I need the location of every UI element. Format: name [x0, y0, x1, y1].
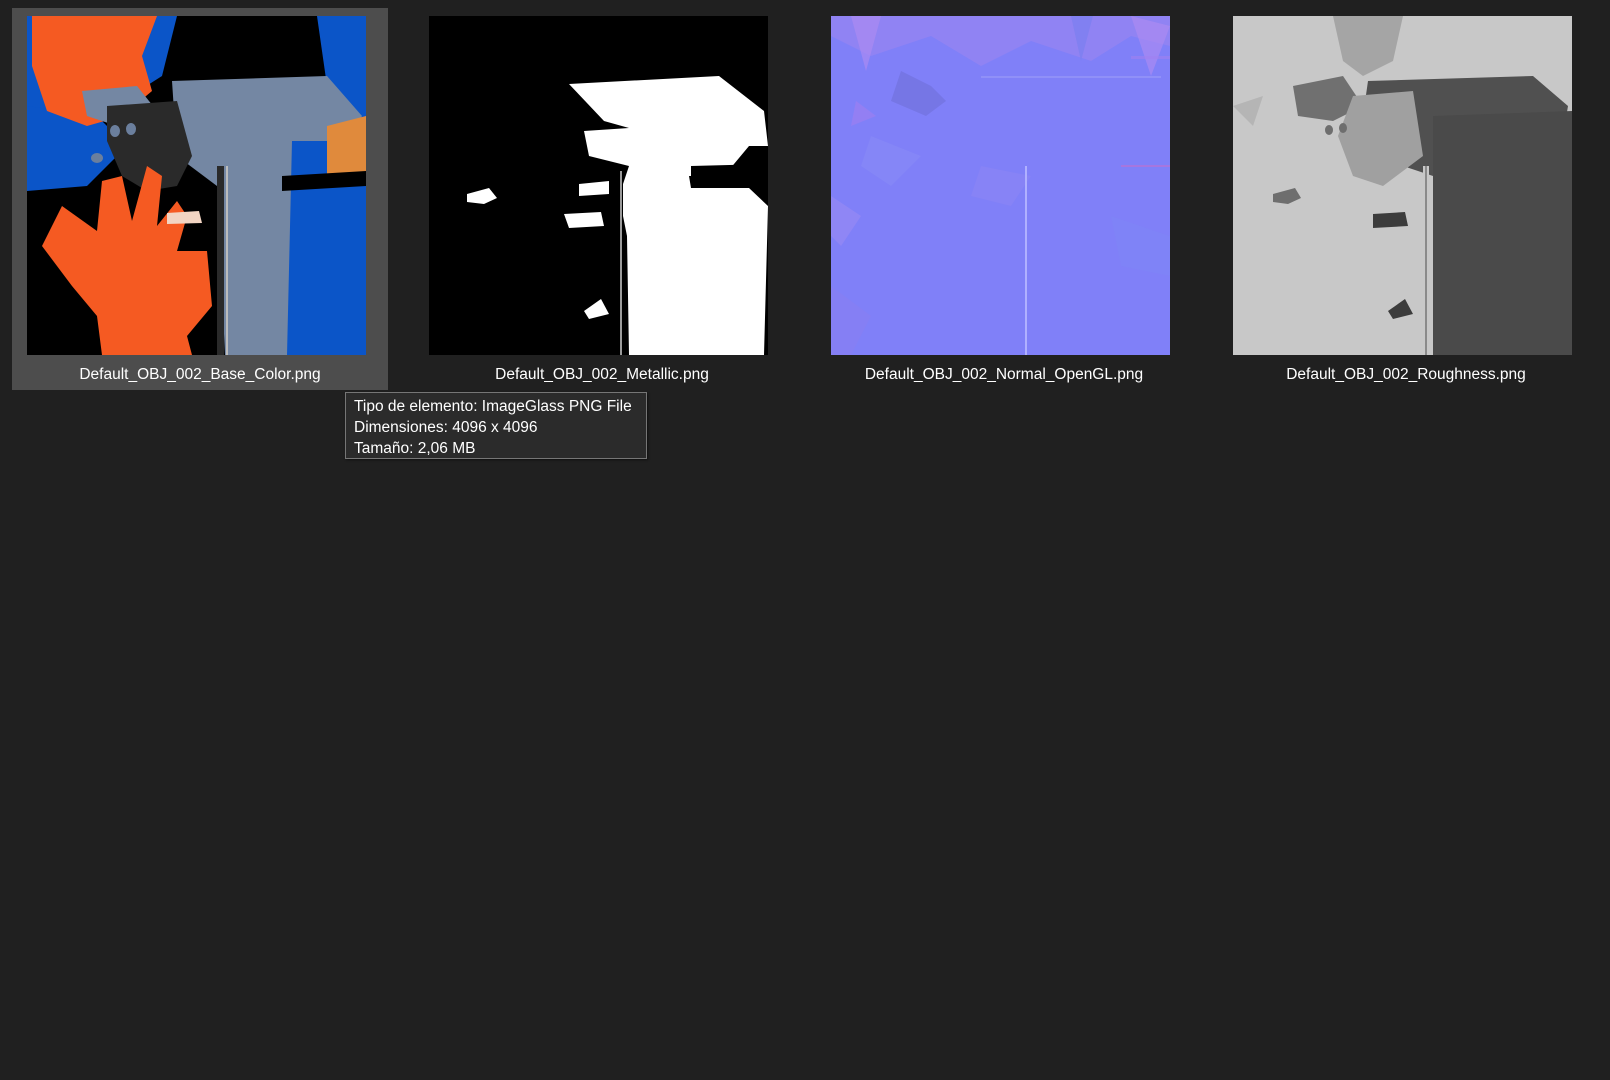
file-tile-metallic[interactable]: Default_OBJ_002_Metallic.png [414, 8, 790, 390]
file-name-label: Default_OBJ_002_Base_Color.png [79, 366, 321, 383]
file-tile-roughness[interactable]: Default_OBJ_002_Roughness.png [1218, 8, 1594, 390]
file-name-label: Default_OBJ_002_Roughness.png [1286, 366, 1526, 383]
file-name-label: Default_OBJ_002_Normal_OpenGL.png [864, 366, 1144, 383]
tooltip-dimensions: Dimensiones: 4096 x 4096 [354, 419, 538, 436]
file-tile-base-color[interactable]: Default_OBJ_002_Base_Color.png [12, 8, 388, 390]
file-name-label: Default_OBJ_002_Metallic.png [495, 366, 709, 383]
thumbnail-grid: Default_OBJ_002_Base_Color.png Default_O… [0, 0, 1610, 420]
normal-map-thumbnail [831, 16, 1170, 355]
tooltip-item-type: Tipo de elemento: ImageGlass PNG File [354, 398, 632, 415]
file-tile-normal-opengl[interactable]: Default_OBJ_002_Normal_OpenGL.png [816, 8, 1192, 390]
tooltip-size: Tamaño: 2,06 MB [354, 440, 476, 457]
metallic-thumbnail [429, 16, 768, 355]
base-color-thumbnail [27, 16, 366, 355]
roughness-thumbnail [1233, 16, 1572, 355]
file-info-tooltip: Tipo de elemento: ImageGlass PNG File Di… [345, 392, 647, 459]
